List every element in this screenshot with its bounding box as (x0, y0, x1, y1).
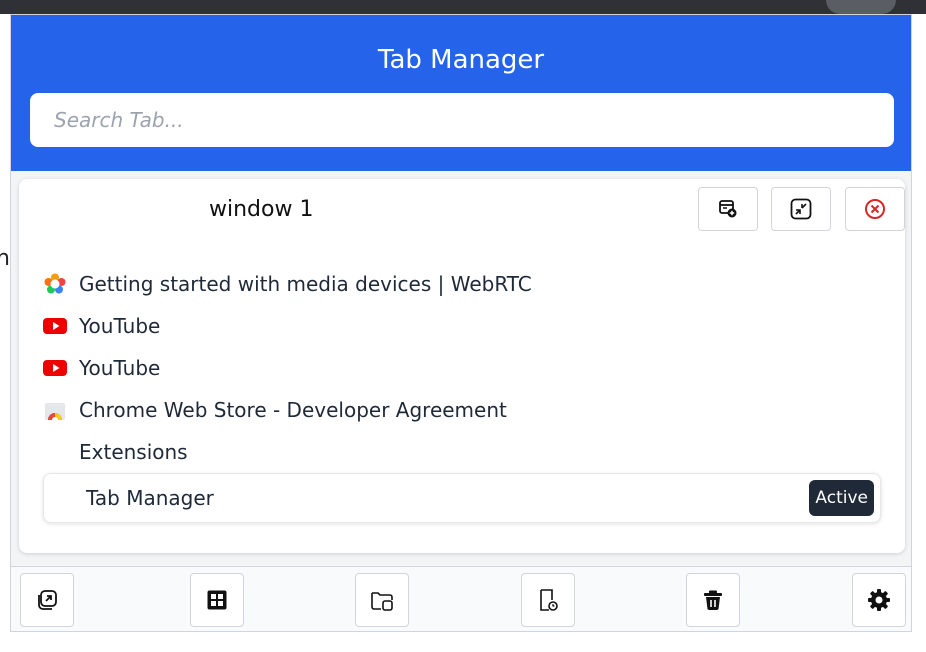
open-in-tab-button[interactable] (20, 573, 74, 627)
tab-title: Extensions (79, 440, 188, 464)
active-badge: Active (809, 480, 874, 516)
minimize-icon (790, 198, 812, 220)
browser-top-bar (0, 0, 926, 14)
settings-button[interactable] (852, 573, 906, 627)
gear-icon (867, 588, 891, 612)
app-title: Tab Manager (377, 45, 545, 75)
document-clock-icon (537, 588, 559, 612)
tab-item[interactable]: Chrome Web Store - Developer Agreement (43, 389, 883, 431)
close-circle-icon (864, 198, 886, 220)
tab-list: Getting started with media devices | Web… (43, 263, 883, 473)
tab-title: Chrome Web Store - Developer Agreement (79, 398, 507, 422)
saved-sessions-button[interactable] (521, 573, 575, 627)
tab-item[interactable]: YouTube (43, 347, 883, 389)
grid-view-button[interactable] (190, 573, 244, 627)
footer-toolbar (11, 566, 911, 631)
browser-plus-icon (718, 199, 738, 219)
background-page-text: n (0, 246, 10, 271)
youtube-icon (43, 356, 67, 380)
new-tab-in-window-button[interactable] (698, 187, 758, 231)
chrome-web-store-icon (43, 398, 67, 422)
tab-title: Tab Manager (86, 486, 214, 510)
browser-profile-button[interactable] (826, 0, 896, 14)
window-card: window 1 Getting started with media devi… (19, 179, 905, 553)
extension-popup: Tab Manager window 1 (10, 14, 912, 632)
external-link-icon (36, 589, 58, 611)
tab-item[interactable]: Getting started with media devices | Web… (43, 263, 883, 305)
tab-item[interactable]: Extensions (43, 431, 883, 473)
grid-icon (206, 589, 228, 611)
tab-title: YouTube (79, 356, 161, 380)
close-window-button[interactable] (845, 187, 905, 231)
youtube-icon (43, 314, 67, 338)
tab-title: Getting started with media devices | Web… (79, 272, 532, 296)
delete-button[interactable] (686, 573, 740, 627)
window-title: window 1 (209, 197, 314, 222)
blank-favicon (43, 440, 67, 464)
active-tab-item[interactable]: Tab Manager Active (43, 473, 881, 523)
webrtc-icon (43, 272, 67, 296)
header: Tab Manager (11, 15, 911, 171)
trash-icon (702, 589, 724, 611)
save-session-button[interactable] (355, 573, 409, 627)
search-input[interactable] (30, 93, 894, 147)
folder-clock-icon (370, 589, 394, 611)
tab-item[interactable]: YouTube (43, 305, 883, 347)
collapse-window-button[interactable] (771, 187, 831, 231)
tab-title: YouTube (79, 314, 161, 338)
